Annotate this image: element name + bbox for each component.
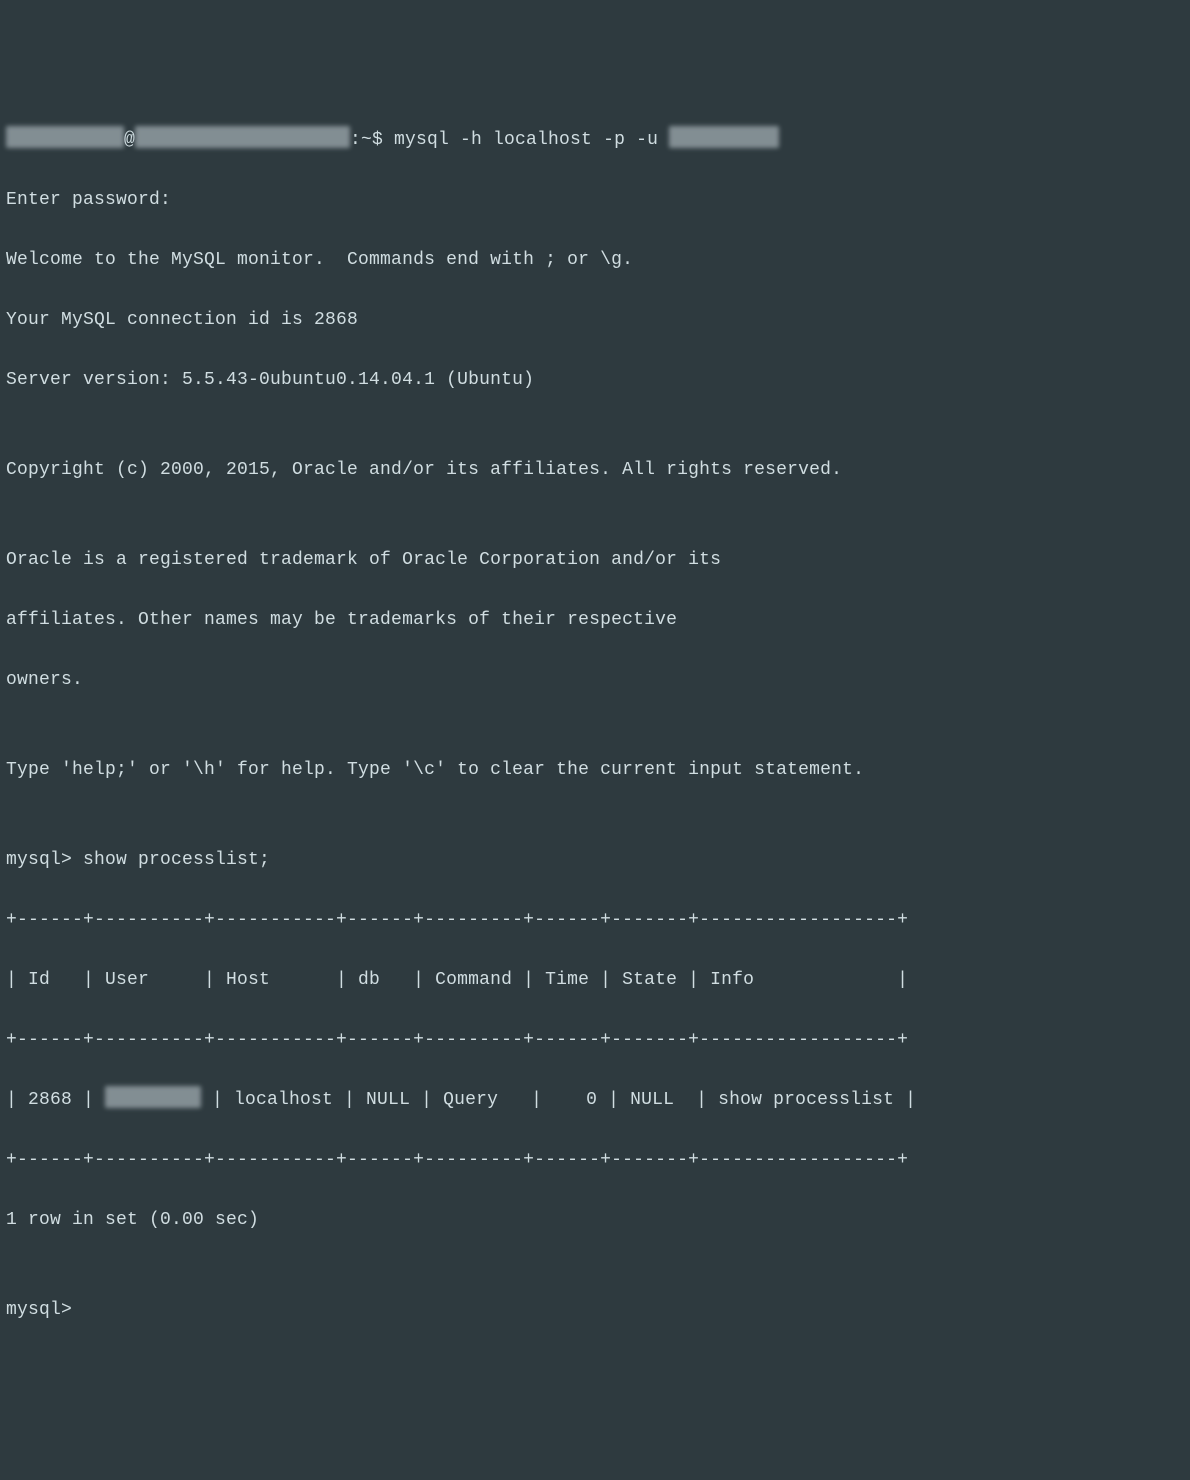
at-symbol: @ [124, 130, 135, 150]
table-separator: +------+----------+-----------+------+--… [6, 905, 1184, 935]
mysql-query-line[interactable]: mysql> show processlist; [6, 845, 1184, 875]
redacted-user [6, 126, 124, 148]
trademark-line: Oracle is a registered trademark of Orac… [6, 545, 1184, 575]
trademark-line: owners. [6, 665, 1184, 695]
copyright-line: Copyright (c) 2000, 2015, Oracle and/or … [6, 455, 1184, 485]
connection-id-line: Your MySQL connection id is 2868 [6, 305, 1184, 335]
password-prompt: Enter password: [6, 185, 1184, 215]
rowcount-line: 1 row in set (0.00 sec) [6, 1205, 1184, 1235]
table-separator: +------+----------+-----------+------+--… [6, 1025, 1184, 1055]
table-data-row: | 2868 | | localhost | NULL | Query | 0 … [6, 1085, 1184, 1115]
welcome-line: Welcome to the MySQL monitor. Commands e… [6, 245, 1184, 275]
shell-prompt-line[interactable]: @ :~$ mysql -h localhost -p -u [6, 125, 1184, 155]
redacted-arg [669, 126, 779, 148]
help-line: Type 'help;' or '\h' for help. Type '\c'… [6, 755, 1184, 785]
redacted-host [135, 126, 350, 148]
table-separator: +------+----------+-----------+------+--… [6, 1145, 1184, 1175]
trademark-line: affiliates. Other names may be trademark… [6, 605, 1184, 635]
mysql-command: mysql -h localhost -p -u [394, 130, 669, 150]
redacted-user-cell [105, 1086, 201, 1108]
mysql-prompt-ready[interactable]: mysql> [6, 1295, 1184, 1325]
server-version-line: Server version: 5.5.43-0ubuntu0.14.04.1 … [6, 365, 1184, 395]
table-header-row: | Id | User | Host | db | Command | Time… [6, 965, 1184, 995]
row-id-user-prefix: | 2868 | [6, 1090, 105, 1110]
row-remaining-cols: | localhost | NULL | Query | 0 | NULL | … [201, 1090, 916, 1110]
shell-indicator: :~$ [350, 130, 394, 150]
